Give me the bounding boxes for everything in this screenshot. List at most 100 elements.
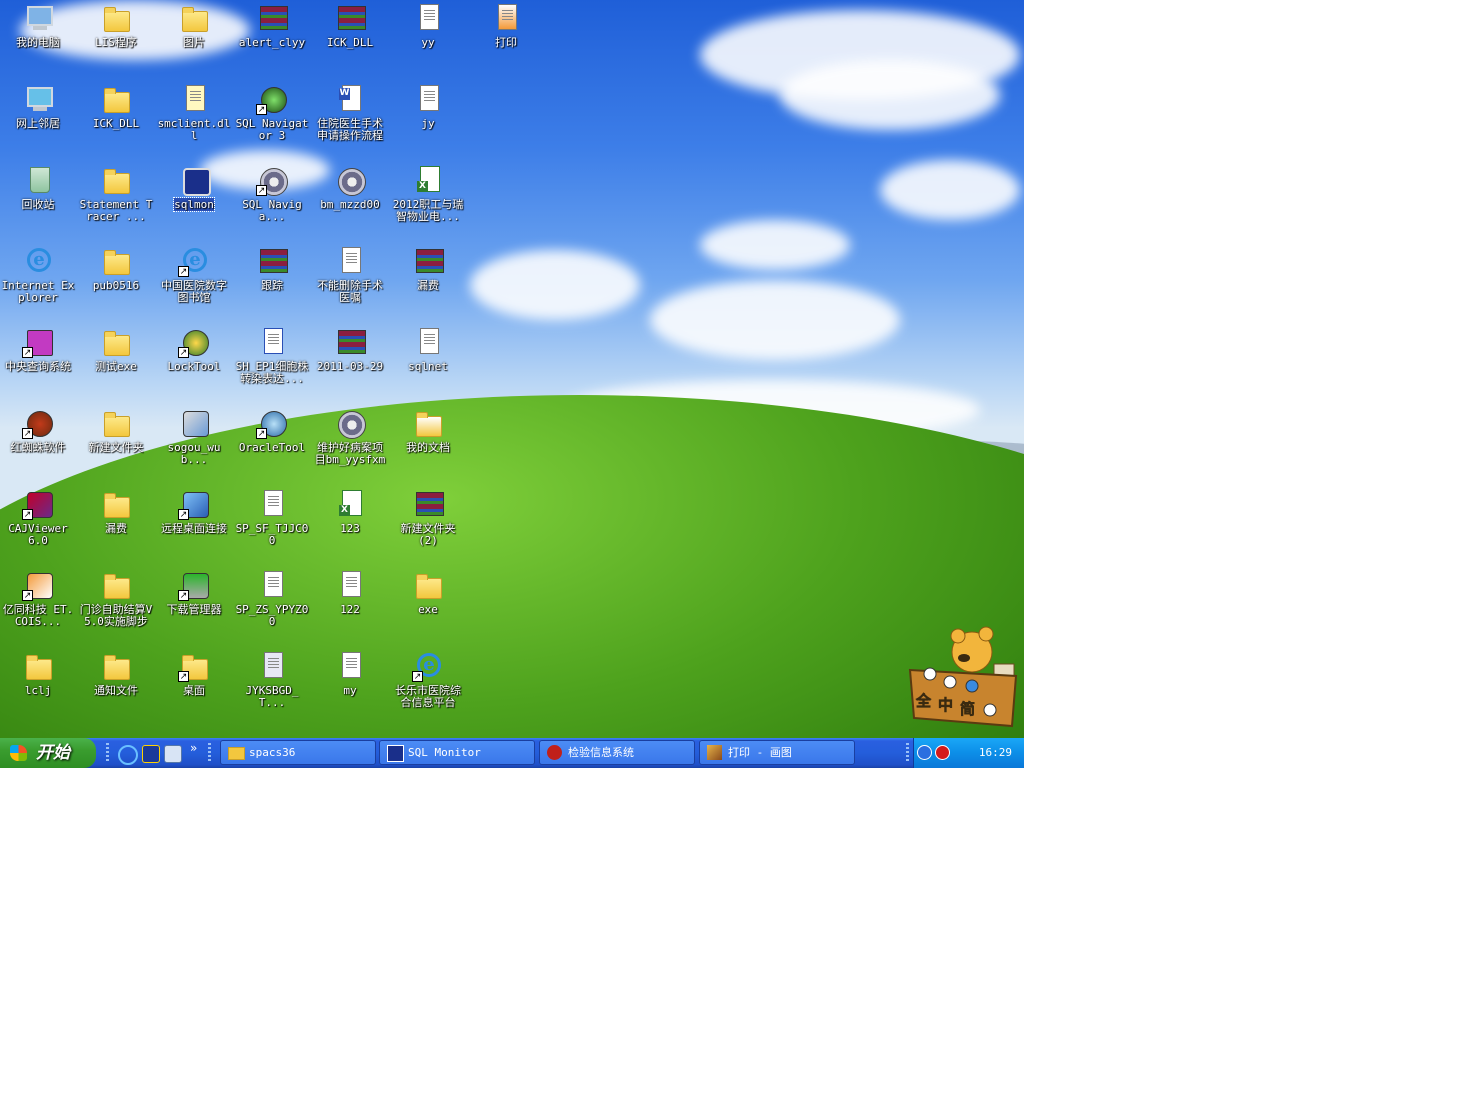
toolbar-grip[interactable] — [106, 743, 109, 763]
desktop-icon[interactable]: 测试exe — [77, 324, 155, 373]
arrow-left-icon[interactable] — [917, 745, 932, 760]
desktop-icon[interactable]: 图片 — [155, 0, 233, 49]
desktop-icon[interactable]: 维护好病案项目bm_yysfxm — [311, 405, 389, 465]
desktop-icon[interactable]: 122 — [311, 567, 389, 616]
desktop-icon[interactable]: SH_EP1细胞株转染表达... — [233, 324, 311, 384]
desktop-icon[interactable]: ↗ SQL Naviga... — [233, 162, 311, 222]
desktop-icon[interactable]: lclj — [0, 648, 77, 697]
desktop-icon[interactable]: ↗ 中央查询系统 — [0, 324, 77, 373]
label-text: SQL Navigator 3 — [235, 117, 309, 142]
mydocs-icon — [412, 407, 444, 439]
anchor-icon[interactable] — [142, 745, 160, 763]
toolbar-grip[interactable] — [906, 743, 909, 763]
desktop-icon[interactable]: sqlmon — [155, 162, 233, 212]
shortcut-arrow-icon: ↗ — [178, 509, 189, 520]
desktop-icon-label: 122 — [311, 604, 389, 616]
desktop-icon[interactable]: 门诊自助结算V5.0实施脚步 — [77, 567, 155, 627]
doc-icon — [256, 488, 288, 520]
desktop-icon-label: pub0516 — [77, 280, 155, 292]
desktop-icon[interactable]: exe — [389, 567, 467, 616]
desktop-icon[interactable]: 漏费 — [77, 486, 155, 535]
desktop-icon[interactable]: e ↗ 中国医院数字图书馆 — [155, 243, 233, 303]
outlook-icon[interactable] — [164, 745, 182, 763]
windows-logo-icon — [10, 745, 27, 761]
desktop-icon[interactable]: 通知文件 — [77, 648, 155, 697]
desktop-icon[interactable]: LIS程序 — [77, 0, 155, 49]
desktop-icon[interactable]: 新建文件夹 (2) — [389, 486, 467, 546]
sqlmon-icon — [178, 164, 211, 196]
desktop-icon[interactable]: SP_SF_TJJC00 — [233, 486, 311, 546]
desktop-icon[interactable]: 我的电脑 — [0, 0, 77, 49]
desktop-icon[interactable]: yy — [389, 0, 467, 49]
desktop-icon[interactable]: smclient.dll — [155, 81, 233, 141]
label-text: jy — [421, 117, 435, 130]
desktop-icon[interactable]: ↗ 下载管理器 — [155, 567, 233, 616]
shortcut-arrow-icon: ↗ — [178, 347, 189, 358]
desktop-icon[interactable]: ↗ 亿同科技 ET.COIS... — [0, 567, 77, 627]
desktop-icon[interactable]: 123 — [311, 486, 389, 535]
desktop-icon[interactable]: 我的文档 — [389, 405, 467, 454]
label-text: ICK_DLL — [326, 36, 374, 49]
desktop-icon[interactable]: e Internet Explorer — [0, 243, 77, 303]
label-text: 住院医生手术申请操作流程 — [317, 117, 383, 142]
desktop-icon[interactable]: my — [311, 648, 389, 697]
desktop-icon[interactable]: ICK_DLL — [311, 0, 389, 49]
desktop-icon[interactable]: SP_ZS_YPYZ00 — [233, 567, 311, 627]
installer-icon — [178, 407, 210, 439]
desktop-icon[interactable]: Statement Tracer ... — [77, 162, 155, 222]
desktop-icon[interactable]: 回收站 — [0, 162, 77, 211]
desktop-icon[interactable]: 2012职工与瑞智物业电... — [389, 162, 467, 222]
desktop-icon[interactable]: 漏费 — [389, 243, 467, 292]
label-text: 123 — [340, 522, 360, 535]
clock[interactable]: 16:29 — [979, 738, 1012, 768]
label-text: 下载管理器 — [166, 603, 222, 616]
desktop-icon[interactable]: jy — [389, 81, 467, 130]
stop-icon[interactable] — [935, 745, 950, 760]
task-sql-monitor[interactable]: SQL Monitor — [379, 740, 535, 765]
task-paint[interactable]: 打印 - 画图 — [699, 740, 855, 765]
desktop-icon[interactable]: e ↗ 长乐市医院综合信息平台 — [389, 648, 467, 708]
desktop-icon-label: sqlmon — [155, 197, 233, 212]
desktop-icon[interactable]: ↗ 红蜘蛛软件 — [0, 405, 77, 454]
label-text: exe — [418, 603, 438, 616]
desktop-icon[interactable]: ↗ 桌面 — [155, 648, 233, 697]
desktop-icon[interactable]: ↗ 远程桌面连接 — [155, 486, 233, 535]
desktop-icon-label: 中央查询系统 — [0, 361, 77, 373]
label-text: 图片 — [183, 36, 205, 49]
quick-launch-more-button[interactable]: » — [190, 741, 197, 755]
desktop-icon-label: 住院医生手术申请操作流程 — [311, 118, 389, 141]
desktop-icon-label: Internet Explorer — [0, 280, 77, 303]
desktop-icon[interactable]: 跟踪 — [233, 243, 311, 292]
desktop-icon-label: ICK_DLL — [311, 37, 389, 49]
desktop-icon[interactable]: ICK_DLL — [77, 81, 155, 130]
desktop-icon[interactable]: 住院医生手术申请操作流程 — [311, 81, 389, 141]
desktop-icon[interactable]: ↗ OracleTool — [233, 405, 311, 454]
desktop-icon[interactable]: 新建文件夹 — [77, 405, 155, 454]
start-button[interactable]: 开始 — [0, 738, 96, 768]
task-spacs36[interactable]: spacs36 — [220, 740, 376, 765]
label-text: 桌面 — [183, 684, 205, 697]
desktop-icon[interactable]: JYKSBGD_T... — [233, 648, 311, 708]
desktop-icon[interactable]: sqlnet — [389, 324, 467, 373]
pooh-input-method-widget[interactable]: 全 中 简 — [906, 618, 1020, 730]
task-lab-system[interactable]: 检验信息系统 — [539, 740, 695, 765]
desktop-icon[interactable]: ↗ SQL Navigator 3 — [233, 81, 311, 141]
desktop-icon[interactable]: alert_clyy — [233, 0, 311, 49]
desktop-icon[interactable]: 网上邻居 — [0, 81, 77, 130]
desktop-icon[interactable]: 不能删除手术医嘱 — [311, 243, 389, 303]
desktop-icon[interactable]: pub0516 — [77, 243, 155, 292]
desktop-icon[interactable]: 打印 — [467, 0, 545, 49]
folder-icon — [100, 245, 132, 277]
desktop-icon[interactable]: 2011-03-29 — [311, 324, 389, 373]
rar-icon — [256, 245, 288, 277]
sqlnav-icon: ↗ — [256, 83, 288, 115]
cat-icon — [256, 326, 288, 358]
desktop-icon[interactable]: bm_mzzd00 — [311, 162, 389, 211]
toolbar-grip[interactable] — [208, 743, 211, 763]
ie-icon[interactable] — [118, 745, 138, 765]
shortcut-arrow-icon: ↗ — [256, 185, 267, 196]
lock-icon: ↗ — [178, 326, 210, 358]
desktop-icon[interactable]: ↗ CAJViewer 6.0 — [0, 486, 77, 546]
desktop-icon[interactable]: ↗ LockTool — [155, 324, 233, 373]
desktop-icon[interactable]: sogou_wub... — [155, 405, 233, 465]
